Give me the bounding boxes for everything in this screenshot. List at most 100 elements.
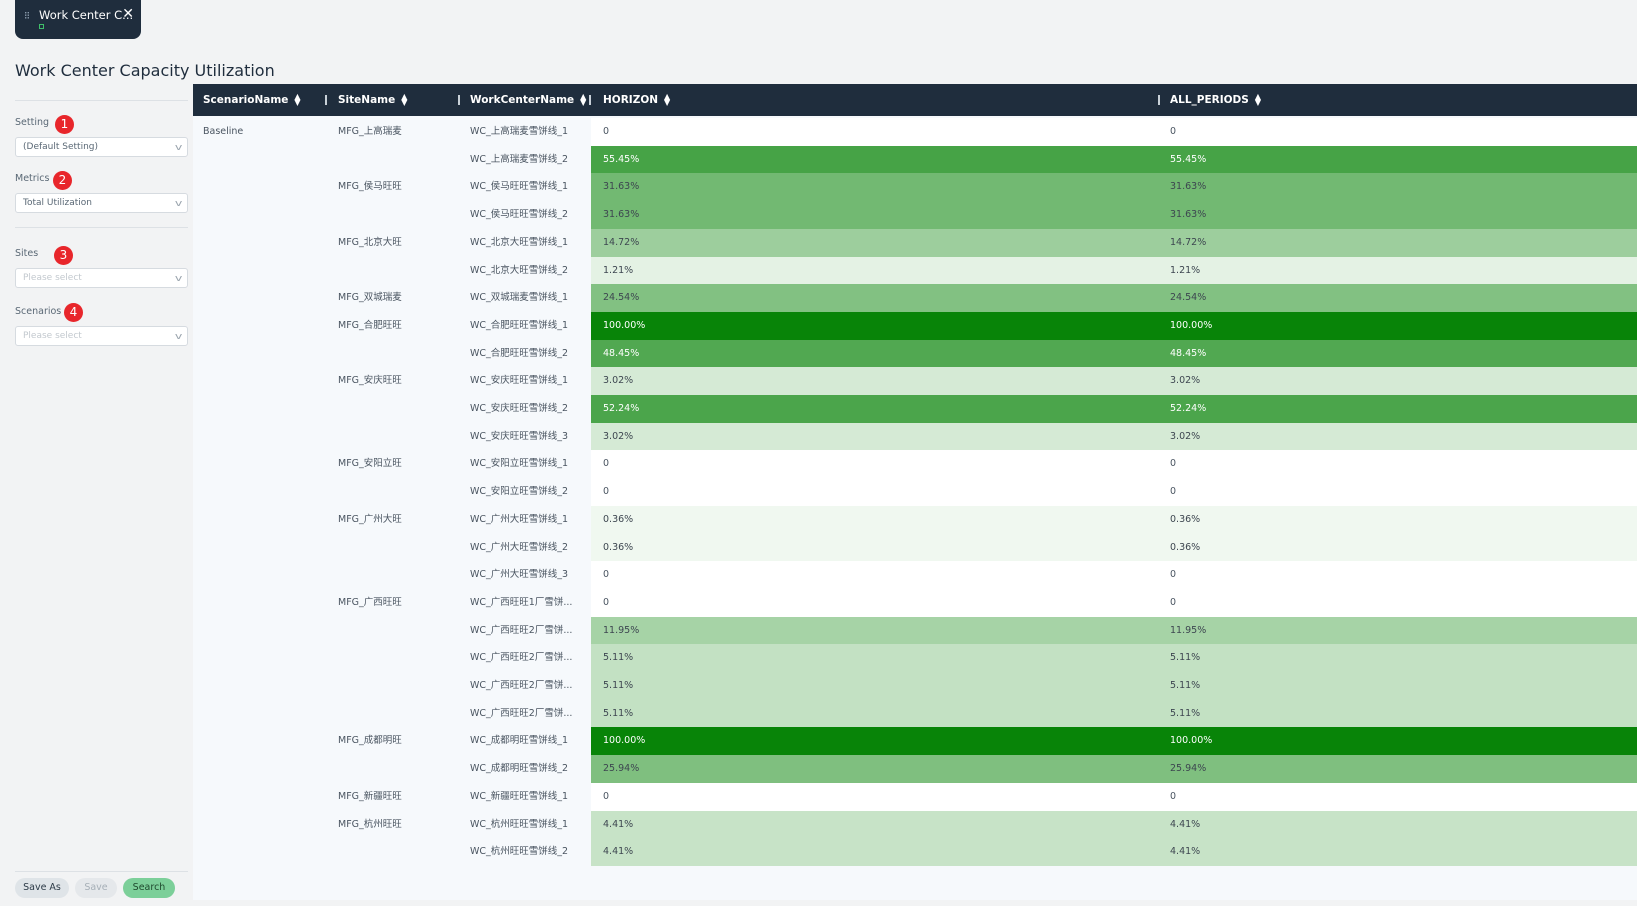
close-icon[interactable]: ✕ [122, 6, 134, 22]
table-row[interactable]: MFG_双城瑞麦 WC_双城瑞麦雪饼线_1 24.54% 24.54% [193, 284, 1637, 313]
grid-header: ScenarioName ▲ ▼ SiteName ▲ ▼ WorkCenterName… [193, 84, 1637, 116]
table-row[interactable]: WC_上高瑞麦雪饼线_2 55.45% 55.45% [193, 145, 1637, 174]
metrics-select[interactable]: Total Utilization v [15, 193, 188, 213]
setting-label: Setting [15, 117, 50, 128]
tab-label[interactable]: Work Center C... [39, 8, 133, 22]
table-row[interactable]: MFG_广州大旺 WC_广州大旺雪饼线_1 0.36% 0.36% [193, 505, 1637, 534]
column-header-workcenter[interactable]: WorkCenterName ▲ ▼ [470, 84, 586, 116]
column-resize-handle[interactable] [589, 95, 591, 105]
chevron-down-icon[interactable]: v [175, 270, 182, 288]
setting-select[interactable]: (Default Setting) v [15, 137, 188, 157]
site-cell: MFG_安阳立旺 [338, 458, 402, 470]
all-periods-cell: 31.63% [1170, 209, 1207, 221]
site-cell: MFG_广西旺旺 [338, 596, 402, 608]
all-periods-cell: 100.00% [1170, 319, 1213, 331]
sites-select[interactable]: Please select v [15, 268, 188, 288]
table-row[interactable]: MFG_杭州旺旺 WC_杭州旺旺雪饼线_1 4.41% 4.41% [193, 810, 1637, 839]
save-as-button[interactable]: Save As [15, 878, 69, 898]
all-periods-cell: 0 [1170, 486, 1177, 498]
table-row[interactable]: WC_安庆旺旺雪饼线_3 3.02% 3.02% [193, 422, 1637, 451]
search-button[interactable]: Search [123, 878, 175, 898]
sort-icon[interactable]: ▲ ▼ [580, 93, 586, 107]
column-header-all-periods[interactable]: ALL_PERIODS ▲ ▼ [1170, 84, 1261, 116]
table-row[interactable]: WC_广州大旺雪饼线_2 0.36% 0.36% [193, 533, 1637, 562]
all-periods-cell: 31.63% [1170, 181, 1207, 193]
all-periods-cell: 5.11% [1170, 652, 1201, 664]
sort-icon[interactable]: ▲ ▼ [401, 93, 407, 107]
table-row[interactable]: MFG_新疆旺旺 WC_新疆旺旺雪饼线_1 0 0 [193, 782, 1637, 811]
all-periods-cell: 3.02% [1170, 430, 1201, 442]
table-row[interactable]: MFG_北京大旺 WC_北京大旺雪饼线_1 14.72% 14.72% [193, 228, 1637, 257]
column-header-scenario[interactable]: ScenarioName ▲ ▼ [203, 84, 301, 116]
scenario-cell [203, 395, 323, 423]
table-row[interactable]: MFG_成都明旺 WC_成都明旺雪饼线_1 100.00% 100.00% [193, 727, 1637, 756]
sort-icon[interactable]: ▲ ▼ [1255, 93, 1261, 107]
table-row[interactable]: WC_广西旺旺2厂雪饼... 11.95% 11.95% [193, 616, 1637, 645]
drag-handle-icon[interactable]: ⁝⁝ [24, 9, 30, 22]
table-row[interactable]: WC_广州大旺雪饼线_3 0 0 [193, 561, 1637, 590]
scenario-cell [203, 811, 323, 839]
horizon-cell: 0 [603, 569, 610, 581]
table-row[interactable]: MFG_合肥旺旺 WC_合肥旺旺雪饼线_1 100.00% 100.00% [193, 311, 1637, 340]
column-header-horizon[interactable]: HORIZON ▲ ▼ [603, 84, 670, 116]
save-button[interactable]: Save [75, 878, 117, 898]
scenario-cell [203, 340, 323, 368]
column-resize-handle[interactable] [458, 95, 460, 105]
chevron-down-icon[interactable]: v [175, 139, 182, 157]
column-resize-handle[interactable] [325, 95, 327, 105]
table-row[interactable]: WC_北京大旺雪饼线_2 1.21% 1.21% [193, 256, 1637, 285]
workcenter-cell: WC_上高瑞麦雪饼线_1 [470, 126, 569, 137]
table-row[interactable]: WC_广西旺旺2厂雪饼... 5.11% 5.11% [193, 699, 1637, 728]
sort-icon[interactable]: ▲ ▼ [664, 93, 670, 107]
workcenter-cell: WC_合肥旺旺雪饼线_1 [470, 319, 569, 331]
scenario-cell [203, 478, 323, 506]
table-row[interactable]: MFG_广西旺旺 WC_广西旺旺1厂雪饼... 0 0 [193, 588, 1637, 617]
all-periods-cell: 11.95% [1170, 624, 1207, 636]
site-cell [338, 146, 458, 174]
table-row[interactable]: MFG_安庆旺旺 WC_安庆旺旺雪饼线_1 3.02% 3.02% [193, 367, 1637, 396]
table-row[interactable]: WC_广西旺旺2厂雪饼... 5.11% 5.11% [193, 672, 1637, 700]
table-row[interactable]: WC_安庆旺旺雪饼线_2 52.24% 52.24% [193, 395, 1637, 423]
site-cell: MFG_成都明旺 [338, 735, 402, 747]
column-resize-handle[interactable] [1158, 95, 1160, 105]
column-header-site[interactable]: SiteName ▲ ▼ [338, 84, 407, 116]
table-row[interactable]: WC_杭州旺旺雪饼线_2 4.41% 4.41% [193, 838, 1637, 867]
table-row[interactable]: Baseline MFG_上高瑞麦 WC_上高瑞麦雪饼线_1 0 0 [193, 118, 1637, 146]
scenario-cell [203, 450, 323, 478]
site-cell: MFG_北京大旺 [338, 236, 402, 248]
chevron-down-icon[interactable]: v [175, 328, 182, 346]
all-periods-cell: 24.54% [1170, 292, 1207, 304]
table-row[interactable]: WC_侯马旺旺雪饼线_2 31.63% 31.63% [193, 201, 1637, 230]
metrics-label: Metrics [15, 173, 50, 184]
table-row[interactable]: WC_合肥旺旺雪饼线_2 48.45% 48.45% [193, 339, 1637, 368]
all-periods-cell: 52.24% [1170, 403, 1207, 414]
all-periods-cell: 0 [1170, 790, 1177, 802]
divider [15, 100, 188, 101]
page-title: Work Center Capacity Utilization [15, 61, 275, 80]
horizon-cell: 0 [603, 790, 610, 802]
table-row[interactable]: WC_安阳立旺雪饼线_2 0 0 [193, 478, 1637, 507]
scenario-cell [203, 755, 323, 783]
scenario-cell [203, 173, 323, 201]
table-row[interactable]: WC_成都明旺雪饼线_2 25.94% 25.94% [193, 755, 1637, 784]
table-row[interactable]: MFG_侯马旺旺 WC_侯马旺旺雪饼线_1 31.63% 31.63% [193, 173, 1637, 202]
scenarios-select[interactable]: Please select v [15, 326, 188, 346]
site-cell: MFG_上高瑞麦 [338, 126, 402, 137]
sort-icon[interactable]: ▲ ▼ [294, 93, 300, 107]
tab-work-center[interactable]: ⁝⁝ Work Center C... ✕ [15, 0, 141, 39]
workcenter-cell: WC_广西旺旺1厂雪饼... [470, 596, 573, 608]
tab-indicator-icon [39, 24, 44, 29]
site-cell [338, 395, 458, 423]
table-row[interactable]: WC_广西旺旺2厂雪饼... 5.11% 5.11% [193, 644, 1637, 673]
site-cell [338, 340, 458, 368]
all-periods-cell: 4.41% [1170, 818, 1201, 830]
site-cell [338, 423, 458, 451]
scenario-cell [203, 312, 323, 340]
all-periods-cell: 0 [1170, 569, 1177, 581]
chevron-down-icon[interactable]: v [175, 195, 182, 213]
utilization-grid: ScenarioName ▲ ▼ SiteName ▲ ▼ WorkCenterName… [193, 84, 1637, 900]
site-cell: MFG_双城瑞麦 [338, 292, 402, 304]
table-row[interactable]: MFG_安阳立旺 WC_安阳立旺雪饼线_1 0 0 [193, 450, 1637, 479]
site-cell: MFG_合肥旺旺 [338, 319, 402, 331]
workcenter-cell: WC_广西旺旺2厂雪饼... [470, 680, 573, 691]
